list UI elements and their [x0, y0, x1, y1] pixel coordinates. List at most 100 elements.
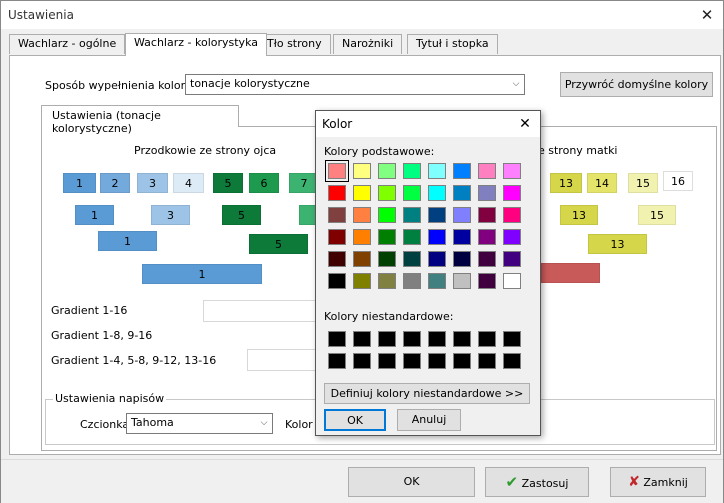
subtab-tonacje[interactable]: Ustawienia (tonacje kolorystyczne) [41, 105, 239, 135]
custom-color-swatch[interactable] [453, 331, 471, 347]
basic-color-swatch[interactable] [503, 273, 521, 289]
basic-color-swatch[interactable] [478, 207, 496, 223]
custom-color-swatch[interactable] [478, 353, 496, 369]
basic-color-swatch[interactable] [353, 229, 371, 245]
father-box-r4-1[interactable]: 1 [142, 264, 262, 284]
basic-color-swatch[interactable] [478, 185, 496, 201]
basic-color-swatch[interactable] [378, 273, 396, 289]
basic-color-swatch[interactable] [428, 163, 446, 179]
tab-wachlarz-ogolne[interactable]: Wachlarz - ogólne [9, 34, 126, 54]
basic-color-swatch[interactable] [428, 185, 446, 201]
basic-color-swatch[interactable] [378, 251, 396, 267]
basic-color-swatch[interactable] [503, 207, 521, 223]
basic-color-swatch[interactable] [478, 273, 496, 289]
father-box-r1-3[interactable]: 3 [137, 173, 168, 193]
font-select[interactable]: Tahoma ⌵ [126, 413, 273, 434]
apply-button[interactable]: ✔ Zastosuj [485, 467, 589, 497]
custom-color-swatch[interactable] [428, 353, 446, 369]
custom-color-swatch[interactable] [503, 353, 521, 369]
custom-color-swatch[interactable] [503, 331, 521, 347]
basic-color-swatch[interactable] [403, 185, 421, 201]
dialog-ok-button[interactable]: OK [324, 409, 386, 431]
basic-color-swatch[interactable] [503, 185, 521, 201]
basic-color-swatch[interactable] [453, 229, 471, 245]
basic-color-swatch[interactable] [328, 185, 346, 201]
basic-color-swatch[interactable] [353, 185, 371, 201]
basic-color-swatch[interactable] [453, 185, 471, 201]
basic-color-swatch[interactable] [478, 229, 496, 245]
basic-color-swatch[interactable] [378, 207, 396, 223]
basic-color-swatch[interactable] [478, 163, 496, 179]
father-box-r2-3[interactable]: 3 [151, 205, 190, 225]
basic-color-swatch[interactable] [353, 163, 371, 179]
custom-color-swatch[interactable] [403, 331, 421, 347]
tab-narozniki[interactable]: Narożniki [333, 34, 403, 54]
basic-color-swatch[interactable] [453, 207, 471, 223]
custom-color-swatch[interactable] [353, 353, 371, 369]
basic-color-swatch[interactable] [428, 207, 446, 223]
basic-color-swatch[interactable] [328, 273, 346, 289]
basic-color-swatch[interactable] [403, 273, 421, 289]
basic-color-swatch[interactable] [378, 185, 396, 201]
custom-color-swatch[interactable] [428, 331, 446, 347]
custom-color-swatch[interactable] [478, 331, 496, 347]
basic-color-swatch[interactable] [403, 163, 421, 179]
mother-box-r1-16[interactable]: 16 [663, 171, 693, 191]
basic-color-swatch[interactable] [403, 207, 421, 223]
custom-color-swatch[interactable] [378, 331, 396, 347]
father-box-r2-5[interactable]: 5 [222, 205, 261, 225]
gradient-1-4-preview[interactable] [247, 349, 317, 371]
father-box-r1-6[interactable]: 6 [249, 173, 279, 193]
mother-box-r2-13[interactable]: 13 [560, 205, 598, 225]
father-box-r1-4[interactable]: 4 [173, 173, 204, 193]
ok-button[interactable]: OK [348, 467, 475, 497]
basic-color-swatch[interactable] [503, 163, 521, 179]
basic-color-swatch[interactable] [328, 251, 346, 267]
basic-color-swatch[interactable] [428, 273, 446, 289]
custom-color-swatch[interactable] [378, 353, 396, 369]
basic-color-swatch[interactable] [453, 163, 471, 179]
mother-box-r4[interactable] [541, 263, 600, 283]
basic-color-swatch[interactable] [353, 273, 371, 289]
fill-method-select[interactable]: tonacje kolorystyczne ⌵ [185, 74, 525, 95]
close-icon[interactable]: ✕ [694, 4, 720, 26]
basic-color-swatch[interactable] [378, 229, 396, 245]
basic-color-swatch[interactable] [403, 229, 421, 245]
basic-color-swatch[interactable] [503, 251, 521, 267]
define-custom-colors-button[interactable]: Definiuj kolory niestandardowe >> [324, 383, 530, 404]
mother-box-r1-14[interactable]: 14 [587, 173, 617, 193]
basic-color-swatch[interactable] [453, 273, 471, 289]
tab-tlo-strony[interactable]: Tło strony [258, 34, 331, 54]
basic-color-swatch[interactable] [328, 207, 346, 223]
mother-box-r1-15[interactable]: 15 [628, 173, 658, 193]
father-box-r1-1[interactable]: 1 [63, 173, 96, 193]
basic-color-swatch[interactable] [478, 251, 496, 267]
custom-color-swatch[interactable] [328, 331, 346, 347]
close-button[interactable]: ✘ Zamknij [610, 467, 706, 497]
tab-wachlarz-kolorystyka[interactable]: Wachlarz - kolorystyka [125, 33, 267, 56]
basic-color-swatch[interactable] [378, 163, 396, 179]
father-box-r3-5[interactable]: 5 [249, 234, 308, 254]
custom-color-swatch[interactable] [403, 353, 421, 369]
custom-color-swatch[interactable] [453, 353, 471, 369]
tab-tytul-i-stopka[interactable]: Tytuł i stopka [407, 34, 498, 54]
gradient-1-16-preview[interactable] [203, 300, 317, 322]
custom-color-swatch[interactable] [353, 331, 371, 347]
father-box-r2-1[interactable]: 1 [75, 205, 114, 225]
basic-color-swatch[interactable] [353, 207, 371, 223]
father-box-r1-5[interactable]: 5 [213, 173, 243, 193]
basic-color-swatch[interactable] [503, 229, 521, 245]
restore-default-colors-button[interactable]: Przywróć domyślne kolory [560, 72, 713, 97]
custom-color-swatch[interactable] [328, 353, 346, 369]
basic-color-swatch[interactable] [403, 251, 421, 267]
basic-color-swatch[interactable] [428, 229, 446, 245]
father-box-r1-2[interactable]: 2 [100, 173, 130, 193]
basic-color-swatch[interactable] [353, 251, 371, 267]
dialog-cancel-button[interactable]: Anuluj [397, 409, 461, 431]
basic-color-swatch[interactable] [325, 160, 349, 182]
mother-box-r2-15[interactable]: 15 [638, 205, 676, 225]
mother-box-r1-13[interactable]: 13 [550, 173, 582, 193]
father-box-r3-1[interactable]: 1 [98, 231, 157, 251]
basic-color-swatch[interactable] [328, 229, 346, 245]
mother-box-r3-13[interactable]: 13 [588, 234, 647, 254]
